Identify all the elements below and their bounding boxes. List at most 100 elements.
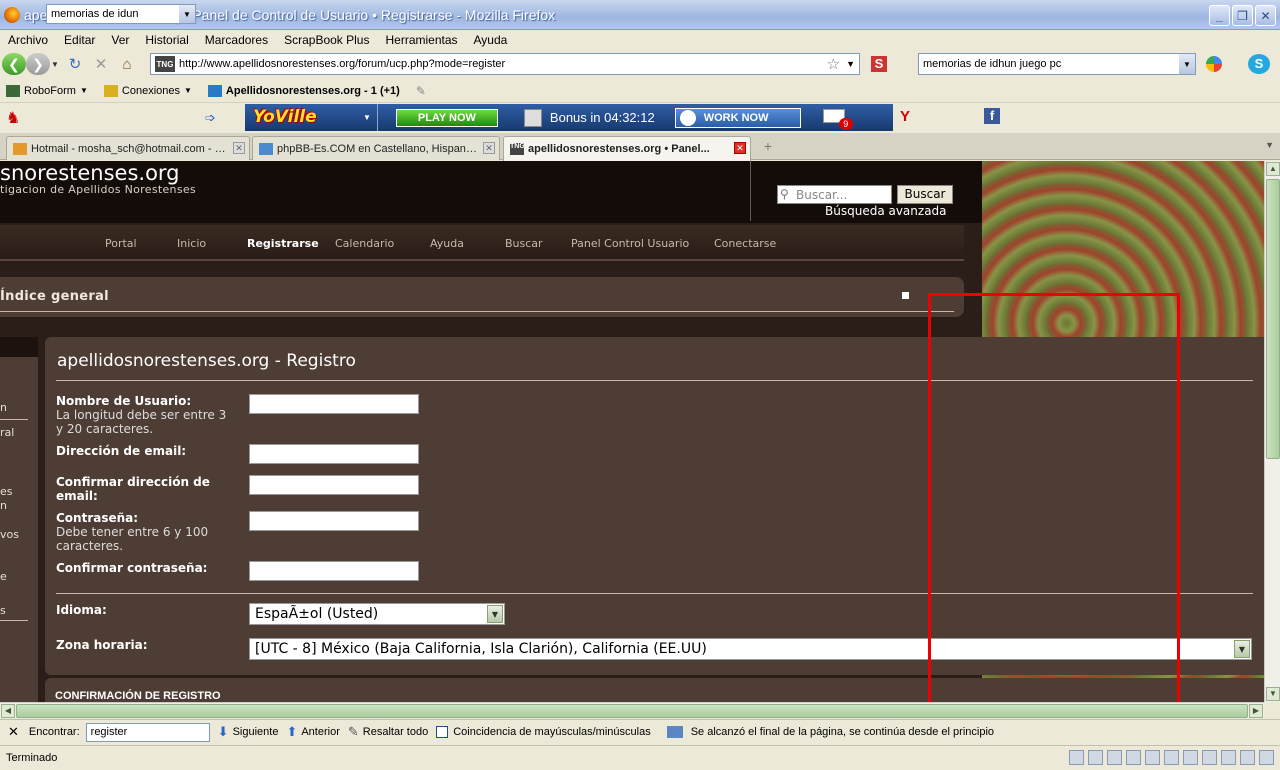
checkbox-box[interactable]	[436, 726, 449, 738]
close-icon[interactable]: ✕	[734, 142, 746, 154]
url-dropdown-icon[interactable]: ▼	[846, 59, 855, 69]
scroll-left-icon[interactable]: ◀	[1, 704, 15, 718]
edit-icon[interactable]	[1202, 750, 1217, 765]
url-text[interactable]: http://www.apellidosnorestenses.org/foru…	[179, 58, 827, 70]
save-icon[interactable]	[1126, 750, 1141, 765]
sidebar-item[interactable]: n	[0, 499, 7, 512]
scroll-right-icon[interactable]: ▶	[1249, 704, 1263, 718]
site-title[interactable]: snorestenses.org	[0, 161, 180, 185]
addon-search-input[interactable]: memorias de idun ▼	[46, 4, 196, 24]
password-input[interactable]	[249, 511, 419, 531]
bookmark-conexiones[interactable]: Conexiones ▼	[103, 84, 192, 97]
mail-notification[interactable]: 9	[822, 108, 853, 130]
menu-scrapbook[interactable]: ScrapBook Plus	[276, 33, 377, 47]
close-find-icon[interactable]: ✕	[8, 724, 19, 740]
find-prev-button[interactable]: ⬆ Anterior	[286, 724, 339, 740]
tools-icon[interactable]	[1221, 750, 1236, 765]
menu-ver[interactable]: Ver	[103, 33, 137, 47]
confirm-password-input[interactable]	[249, 561, 419, 581]
sidebar-item[interactable]: e	[0, 570, 7, 583]
sidebar-item[interactable]: ral	[0, 426, 14, 439]
find-next-button[interactable]: ⬇ Siguiente	[218, 724, 279, 740]
menu-editar[interactable]: Editar	[56, 33, 103, 47]
menu-marcadores[interactable]: Marcadores	[197, 33, 276, 47]
folder-icon[interactable]	[1183, 750, 1198, 765]
facebook-icon[interactable]: f	[984, 108, 1000, 124]
sidebar-item[interactable]: s	[0, 604, 6, 617]
username-input[interactable]	[249, 394, 419, 414]
reload-icon[interactable]: ↻	[64, 53, 86, 75]
sidebar-item[interactable]: n	[0, 401, 7, 414]
search-engine-input[interactable]: memorias de idhun juego pc ▼	[918, 53, 1196, 75]
bookmark-pencil[interactable]: ✎	[416, 84, 426, 98]
sidebar-icon[interactable]	[1259, 750, 1274, 765]
forum-search-button[interactable]: Buscar	[897, 185, 953, 204]
nav-inicio[interactable]: Inicio	[177, 237, 206, 250]
sidebar-item[interactable]: es	[0, 485, 13, 498]
bookmark-star-icon[interactable]: ☆	[827, 55, 840, 73]
work-now-button[interactable]: WORK NOW	[674, 107, 801, 128]
menu-ayuda[interactable]: Ayuda	[466, 33, 516, 47]
tab-apellidos[interactable]: TNG apellidosnorestenses.org • Panel... …	[503, 136, 751, 161]
advanced-search-link[interactable]: Búsqueda avanzada	[825, 204, 947, 218]
nav-registrarse[interactable]: Registrarse	[247, 237, 319, 250]
nav-portal[interactable]: Portal	[105, 237, 137, 250]
forward-button[interactable]: ❯	[26, 53, 50, 75]
print-icon[interactable]	[1145, 750, 1160, 765]
chevron-down-icon[interactable]: ▼	[179, 5, 195, 23]
new-tab-button[interactable]: +	[758, 138, 778, 156]
google-icon[interactable]	[1206, 56, 1222, 72]
vertical-scroll-thumb[interactable]	[1266, 179, 1280, 459]
nav-calendario[interactable]: Calendario	[335, 237, 394, 250]
play-now-button[interactable]: PLAY NOW	[395, 108, 498, 127]
stop-icon[interactable]: ✕	[90, 53, 112, 75]
forum-search-input[interactable]: ⚲ Buscar...	[777, 185, 892, 204]
info-icon[interactable]	[1240, 750, 1255, 765]
refresh-icon[interactable]	[1164, 750, 1179, 765]
email-input[interactable]	[249, 444, 419, 464]
nav-panel-control[interactable]: Panel Control Usuario	[571, 237, 689, 250]
yahoo-icon[interactable]: Y	[900, 108, 910, 125]
match-case-checkbox[interactable]: Coincidencia de mayúsculas/minúsculas	[436, 726, 651, 738]
chevron-down-icon[interactable]: ▼	[1234, 640, 1250, 658]
pencil-icon[interactable]	[1088, 750, 1103, 765]
find-input[interactable]: register	[85, 722, 210, 742]
nav-buscar[interactable]: Buscar	[505, 237, 543, 250]
close-icon[interactable]: ✕	[233, 142, 245, 154]
tab-phpbb[interactable]: phpBB-Es.COM en Castellano, Hispano ... …	[252, 136, 500, 160]
search-dropdown-icon[interactable]: ▼	[1179, 54, 1195, 74]
yoville-logo[interactable]: YoVille	[253, 107, 363, 129]
chevron-down-icon[interactable]: ▼	[363, 113, 371, 122]
close-window-button[interactable]: ✕	[1255, 5, 1276, 26]
page-icon[interactable]	[1069, 750, 1084, 765]
history-dropdown-icon[interactable]: ▼	[50, 53, 60, 75]
skype-icon[interactable]: S	[1248, 54, 1270, 74]
menu-historial[interactable]: Historial	[137, 33, 196, 47]
addon-logo-icon[interactable]: ♞	[6, 108, 26, 128]
tab-hotmail[interactable]: Hotmail - mosha_sch@hotmail.com - Wi... …	[6, 136, 250, 160]
chevron-down-icon[interactable]: ▼	[487, 605, 503, 623]
minimize-button[interactable]: _	[1209, 5, 1230, 26]
scroll-up-icon[interactable]: ▲	[1266, 162, 1280, 176]
capture-icon[interactable]	[1107, 750, 1122, 765]
menu-herramientas[interactable]: Herramientas	[377, 33, 465, 47]
tab-list-icon[interactable]: ▼	[1265, 140, 1274, 150]
restore-button[interactable]: ❐	[1232, 5, 1253, 26]
nav-ayuda[interactable]: Ayuda	[430, 237, 464, 250]
sidebar-item[interactable]: vos	[0, 528, 19, 541]
scroll-down-icon[interactable]: ▼	[1266, 687, 1280, 701]
scrapbook-icon[interactable]: S	[871, 56, 887, 72]
bookmark-roboform[interactable]: RoboForm ▼	[6, 84, 88, 97]
back-button[interactable]: ❮	[2, 53, 26, 75]
horizontal-scrollbar[interactable]: ◀ ▶	[0, 702, 1264, 718]
nav-conectarse[interactable]: Conectarse	[714, 237, 776, 250]
highlight-all-button[interactable]: ✎ Resaltar todo	[348, 724, 428, 740]
close-icon[interactable]: ✕	[483, 142, 495, 154]
vertical-scrollbar[interactable]: ▲ ▼	[1264, 161, 1280, 702]
arrow-right-icon[interactable]: ➩	[205, 110, 216, 126]
menu-archivo[interactable]: Archivo	[0, 33, 56, 47]
home-icon[interactable]: ⌂	[116, 53, 138, 75]
breadcrumb[interactable]: Índice general	[0, 289, 109, 304]
url-bar[interactable]: TNG http://www.apellidosnorestenses.org/…	[150, 53, 860, 75]
confirm-email-input[interactable]	[249, 475, 419, 495]
